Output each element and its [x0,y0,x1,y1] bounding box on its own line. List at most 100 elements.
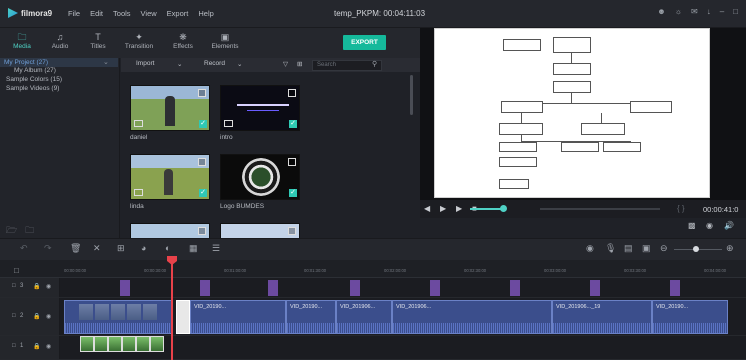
clip-titles[interactable] [64,300,172,334]
overlay-clip[interactable] [590,280,600,296]
lock-icon[interactable]: 🔒 [33,283,40,290]
overlay-clip[interactable] [120,280,130,296]
render-icon[interactable]: ▩ [688,221,696,230]
track-1-clip[interactable] [136,336,150,352]
marker-icon[interactable]: ◉ [586,243,594,254]
org-box [499,179,529,189]
tab-effects[interactable]: ❋ Effects [161,32,205,50]
voiceover-icon[interactable]: 🎙 [605,243,616,254]
mail-icon[interactable]: ✉ [691,7,698,16]
overlay-clip[interactable] [200,280,210,296]
speed-icon[interactable]: ◕ [141,243,146,253]
download-icon[interactable]: ↓ [707,7,711,16]
audio-mixer-icon[interactable]: ☰ [212,243,220,254]
org-box [553,63,591,75]
menu-export[interactable]: Export [167,9,189,18]
minimize-icon[interactable]: – [720,7,724,16]
sidebar-item-sample-colors[interactable]: Sample Colors (15) [6,76,62,83]
tab-transition[interactable]: ✦ Transition [117,32,161,50]
person-figure [164,169,173,195]
lock-icon[interactable]: 🔒 [33,343,40,350]
seek-track[interactable] [540,208,660,210]
grid-view-icon[interactable]: ⊞ [297,60,302,68]
zoom-out-icon[interactable]: ⊖ [660,243,668,254]
green-screen-icon[interactable]: ▦ [189,243,198,254]
menu-view[interactable]: View [141,9,157,18]
bulb-icon[interactable]: ☼ [675,7,682,16]
clip-vid-1[interactable]: VID_20190... [190,300,286,334]
media-scrollbar[interactable] [410,75,413,115]
redo-icon[interactable]: ↷ [44,243,52,254]
snapshot-track-icon[interactable]: ▣ [642,243,651,254]
overlay-clip[interactable] [350,280,360,296]
crop-icon[interactable]: ⊞ [117,243,125,254]
media-thumbnail-intro[interactable]: ✓ [220,85,300,131]
eye-icon[interactable]: ◉ [46,283,51,290]
clip-org-chart[interactable] [176,300,190,334]
media-thumbnail-logo-bumdes[interactable]: ✓ [220,154,300,200]
clip-vid-4[interactable]: VID_201906... [392,300,552,334]
clip-vid-5[interactable]: VID_201906..._19 [552,300,652,334]
import-button[interactable]: Import [136,60,154,67]
track-1-clip[interactable] [122,336,136,352]
volume-icon[interactable]: 🔊 [724,221,734,230]
undo-icon[interactable]: ↶ [20,243,28,254]
preview-frame-org-chart [434,28,710,198]
play-reverse-icon[interactable]: ▶ [440,204,446,213]
play-badge-icon [134,189,143,196]
snapshot-icon[interactable]: ◉ [706,221,713,230]
menu-file[interactable]: File [68,9,80,18]
mark-in-out-icon[interactable]: { } [677,204,685,213]
eye-icon[interactable]: ◉ [46,343,51,350]
record-button[interactable]: Record [204,60,225,67]
export-button[interactable]: EXPORT [343,35,386,50]
lock-icon[interactable]: 🔒 [33,313,40,320]
ruler-label: 00:02:00:00 [384,268,407,273]
sidebar-item-my-project[interactable]: My Project (27) [4,59,48,66]
playhead[interactable] [171,256,173,360]
account-icon[interactable]: ☻ [657,7,665,16]
filter-icon[interactable]: ▽ [283,60,288,68]
color-icon[interactable]: ◐ [165,243,170,253]
menu-tools[interactable]: Tools [113,9,131,18]
media-thumbnail-daniel[interactable]: ✓ [130,85,210,131]
seek-handle[interactable] [500,205,507,212]
tab-elements[interactable]: ▣ Elements [203,32,247,50]
overlay-clip[interactable] [268,280,278,296]
play-icon[interactable]: ▶ [456,204,462,213]
overlay-clip[interactable] [510,280,520,296]
maximize-icon[interactable]: □ [733,7,738,16]
media-thumbnail-5[interactable] [130,223,210,238]
clip-vid-6[interactable]: VID_20190... [652,300,728,334]
track-1-clip[interactable] [80,336,94,352]
folder-icon[interactable]: 🗀 [25,223,34,239]
menu-help[interactable]: Help [198,9,213,18]
search-icon[interactable]: ⚲ [372,60,377,68]
zoom-handle[interactable] [693,246,699,252]
clip-corner-icon [288,227,296,235]
menu-edit[interactable]: Edit [90,9,103,18]
eye-icon[interactable]: ◉ [46,313,51,320]
delete-icon[interactable]: 🗑 [70,243,81,254]
sidebar-item-sample-videos[interactable]: Sample Videos (9) [6,85,59,92]
import-dropdown-icon[interactable]: ⌄ [177,60,182,68]
record-dropdown-icon[interactable]: ⌄ [237,60,242,68]
zoom-in-icon[interactable]: ⊕ [726,243,734,254]
mixer-icon[interactable]: ▤ [624,243,633,254]
prev-frame-icon[interactable]: ◀ [424,204,430,213]
track-1-clip[interactable] [150,336,164,352]
track-1-clip[interactable] [108,336,122,352]
overlay-clip[interactable] [670,280,680,296]
chevron-down-icon[interactable]: ⌄ [103,58,109,66]
clip-vid-2[interactable]: VID_20190... [286,300,336,334]
media-thumbnail-6[interactable] [220,223,300,238]
clip-vid-3[interactable]: VID_201906... [336,300,392,334]
media-thumbnail-linda[interactable]: ✓ [130,154,210,200]
cut-icon[interactable]: ✕ [93,243,101,254]
add-track-icon[interactable]: □ [14,266,19,275]
sidebar-item-my-album[interactable]: My Album (27) [14,67,56,74]
tab-titles[interactable]: T Titles [76,32,120,50]
track-1-clip[interactable] [94,336,108,352]
new-folder-icon[interactable]: 🗁 [6,223,17,239]
overlay-clip[interactable] [430,280,440,296]
